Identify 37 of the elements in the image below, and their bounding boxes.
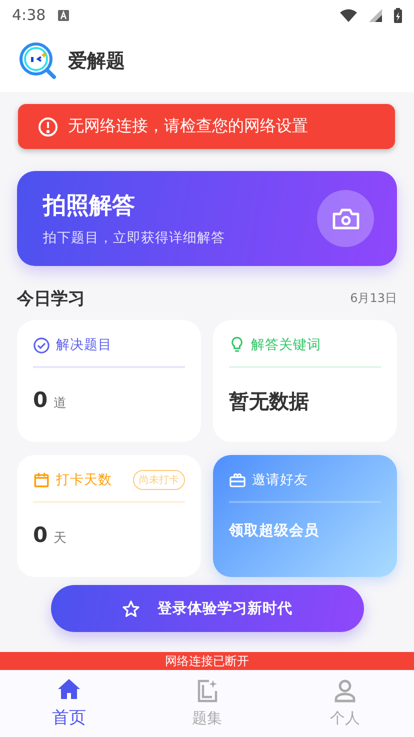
stat-value: 0 (33, 388, 48, 412)
card-label: 解决题目 (56, 336, 113, 354)
stat-card[interactable]: 解答关键词 暂无数据 (213, 320, 397, 442)
status-badge: 尚未打卡 (133, 470, 185, 490)
status-time: 4:38 (12, 6, 46, 24)
date-label: 6月13日 (350, 290, 397, 306)
nav-tab[interactable]: 首页 (0, 670, 138, 737)
app-logo-icon (18, 41, 58, 81)
card-label: 邀请好友 (252, 471, 309, 489)
toast-message: 无网络连接，请检查您的网络设置 (68, 116, 308, 137)
wifi-icon (340, 8, 357, 22)
offline-text: 网络连接已断开 (165, 654, 249, 668)
gift-box-icon (229, 472, 246, 488)
stat-value: 暂无数据 (229, 388, 309, 415)
alert-icon (38, 116, 58, 136)
notification-icon (58, 10, 69, 20)
stat-unit: 天 (54, 530, 67, 547)
photo-answer-card[interactable]: 拍照解答 拍下题目，立即获得详细解答 (17, 171, 397, 266)
stat-card[interactable]: 解决题目 0 道 (17, 320, 201, 442)
person-icon (334, 679, 356, 703)
battery-icon (394, 8, 402, 22)
stat-card[interactable]: 打卡天数 尚未打卡 0 天 (17, 455, 201, 577)
login-button[interactable]: 登录体验学习新时代 (50, 585, 364, 632)
signal-icon (369, 8, 382, 22)
card-title: 拍照解答 (43, 192, 136, 221)
card-label: 解答关键词 (251, 336, 322, 354)
book-icon (196, 679, 218, 703)
stat-value: 0 (33, 523, 48, 547)
card-label: 打卡天数 (56, 471, 113, 489)
app-title: 爱解题 (68, 49, 125, 74)
card-subtitle: 拍下题目，立即获得详细解答 (43, 229, 226, 247)
star-icon (122, 600, 140, 618)
stat-unit: 道 (54, 395, 67, 412)
home-icon (57, 678, 81, 700)
camera-icon (332, 206, 360, 230)
section-title: 今日学习 (17, 288, 85, 310)
invite-text: 领取超级会员 (229, 522, 319, 540)
